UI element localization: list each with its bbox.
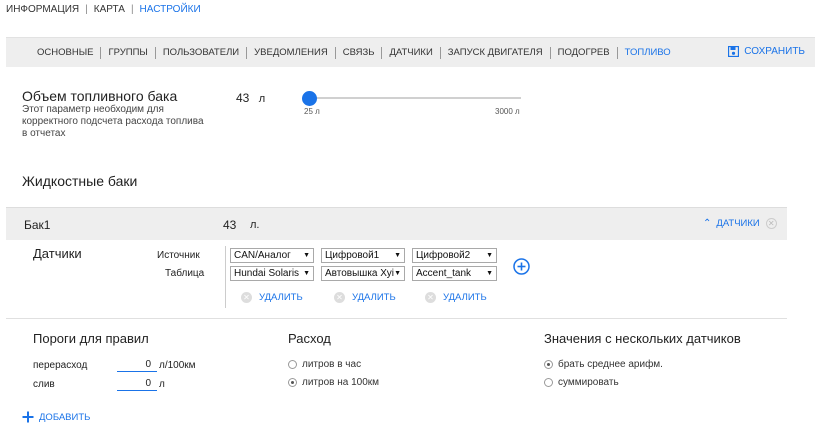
top-nav: ИНФОРМАЦИЯ | КАРТА | НАСТРОЙКИ	[6, 4, 201, 15]
delete-sensor-button[interactable]: ✕ УДАЛИТЬ	[425, 292, 487, 303]
tank-unit: л.	[250, 219, 260, 231]
table-value: Автовышка Хуі	[325, 268, 394, 279]
nav-info[interactable]: ИНФОРМАЦИЯ	[6, 4, 79, 15]
nav-settings[interactable]: НАСТРОЙКИ	[140, 4, 201, 15]
source-value: Цифровой1	[325, 250, 380, 261]
liquid-tanks-title: Жидкостные баки	[22, 173, 138, 189]
table-value: Accent_tank	[416, 268, 472, 279]
plus-icon	[22, 411, 34, 423]
dropdown-arrow-icon: ▼	[486, 252, 493, 259]
source-value: CAN/Аналог	[234, 250, 291, 261]
multi-sensor-title: Значения с нескольких датчиков	[544, 331, 741, 346]
sensor-divider	[225, 246, 226, 308]
table-select[interactable]: Hundai Solaris ▼	[230, 266, 314, 281]
tab-list: ОСНОВНЫЕ ГРУППЫ ПОЛЬЗОВАТЕЛИ УВЕДОМЛЕНИЯ…	[37, 38, 678, 68]
drain-label: слив	[33, 379, 55, 390]
table-value: Hundai Solaris	[234, 268, 300, 279]
remove-tank-icon[interactable]: ✕	[765, 218, 777, 229]
sensors-toggle-label: ДАТЧИКИ	[716, 218, 760, 229]
table-select[interactable]: Автовышка Хуі ▼	[321, 266, 405, 281]
volume-slider-track[interactable]	[308, 97, 521, 99]
tab-fuel[interactable]: ТОПЛИВО	[616, 47, 678, 59]
tab-heating[interactable]: ПОДОГРЕВ	[549, 47, 617, 59]
radio-circle	[544, 360, 553, 369]
section-divider	[6, 318, 787, 319]
plus-circle-icon	[513, 258, 530, 275]
add-label: ДОБАВИТЬ	[39, 411, 91, 423]
tank-volume-description: Этот параметр необходим для корректного …	[22, 104, 204, 140]
dropdown-arrow-icon: ▼	[303, 252, 310, 259]
nav-separator: |	[130, 4, 134, 15]
tank-name: Бак1	[24, 218, 51, 232]
description-line: корректного подсчета расхода топлива	[22, 116, 204, 127]
source-select[interactable]: Цифровой1 ▼	[321, 248, 405, 263]
save-button[interactable]: СОХРАНИТЬ	[728, 46, 805, 57]
delete-label: УДАЛИТЬ	[352, 292, 396, 303]
tank-volume-title: Объем топливного бака	[22, 88, 178, 104]
delete-icon: ✕	[241, 292, 252, 303]
dropdown-arrow-icon: ▼	[394, 270, 401, 277]
volume-number: 43	[236, 91, 250, 105]
tank-header: Бак1 43 л. ⌃ ДАТЧИКИ ✕	[6, 207, 787, 240]
volume-slider-thumb[interactable]	[302, 91, 318, 106]
dropdown-arrow-icon: ▼	[394, 252, 401, 259]
overspend-label: перерасход	[33, 360, 88, 371]
nav-separator: |	[85, 4, 88, 15]
radio-circle	[544, 378, 553, 387]
radio-label: суммировать	[558, 377, 619, 388]
dropdown-arrow-icon: ▼	[486, 270, 493, 277]
overspend-input[interactable]: 0	[117, 358, 157, 372]
slider-min-label: 25 л	[304, 107, 320, 116]
radio-average[interactable]: брать среднее арифм.	[544, 359, 663, 370]
add-sensor-button[interactable]	[513, 258, 530, 278]
sensors-label: Датчики	[33, 246, 82, 261]
source-select[interactable]: Цифровой2 ▼	[412, 248, 497, 263]
delete-sensor-button[interactable]: ✕ УДАЛИТЬ	[334, 292, 396, 303]
settings-tab-bar: ОСНОВНЫЕ ГРУППЫ ПОЛЬЗОВАТЕЛИ УВЕДОМЛЕНИЯ…	[6, 37, 815, 67]
delete-sensor-button[interactable]: ✕ УДАЛИТЬ	[241, 292, 303, 303]
consumption-title: Расход	[288, 331, 331, 346]
dropdown-arrow-icon: ▼	[303, 270, 310, 277]
thresholds-title: Пороги для правил	[33, 331, 149, 346]
delete-icon: ✕	[425, 292, 436, 303]
save-label: СОХРАНИТЬ	[744, 46, 805, 57]
drain-input[interactable]: 0	[117, 377, 157, 391]
tab-notifications[interactable]: УВЕДОМЛЕНИЯ	[246, 47, 335, 59]
tab-sensors[interactable]: ДАТЧИКИ	[381, 47, 439, 59]
radio-label: литров на 100км	[302, 377, 380, 388]
radio-circle	[288, 360, 297, 369]
tab-engine-start[interactable]: ЗАПУСК ДВИГАТЕЛЯ	[439, 47, 550, 59]
tab-basic[interactable]: ОСНОВНЫЕ	[37, 47, 100, 59]
source-select[interactable]: CAN/Аналог ▼	[230, 248, 314, 263]
radio-label: брать среднее арифм.	[558, 359, 663, 370]
source-label: Источник	[157, 250, 200, 261]
tab-connection[interactable]: СВЯЗЬ	[334, 47, 382, 59]
tab-users[interactable]: ПОЛЬЗОВАТЕЛИ	[154, 47, 246, 59]
radio-label: литров в час	[302, 359, 362, 370]
delete-label: УДАЛИТЬ	[443, 292, 487, 303]
description-line: Этот параметр необходим для	[22, 104, 164, 115]
nav-map[interactable]: КАРТА	[94, 4, 125, 15]
overspend-unit: л/100км	[159, 360, 196, 371]
sensors-toggle[interactable]: ⌃ ДАТЧИКИ ✕	[703, 218, 777, 229]
tab-groups[interactable]: ГРУППЫ	[100, 47, 154, 59]
tank-volume-value: 43 л	[236, 91, 265, 105]
add-tank-button[interactable]: ДОБАВИТЬ	[22, 411, 90, 423]
delete-label: УДАЛИТЬ	[259, 292, 303, 303]
delete-icon: ✕	[334, 292, 345, 303]
tank-value: 43	[223, 218, 237, 232]
table-select[interactable]: Accent_tank ▼	[412, 266, 497, 281]
radio-liters-per-100km[interactable]: литров на 100км	[288, 377, 379, 388]
table-label: Таблица	[165, 268, 205, 279]
slider-max-label: 3000 л	[495, 107, 520, 116]
description-line: в отчетах	[22, 128, 66, 139]
source-value: Цифровой2	[416, 250, 471, 261]
chevron-up-icon: ⌃	[703, 218, 712, 229]
volume-unit: л	[258, 93, 266, 105]
radio-circle	[288, 378, 297, 387]
radio-liters-per-hour[interactable]: литров в час	[288, 359, 361, 370]
drain-unit: л	[159, 379, 165, 390]
radio-sum[interactable]: суммировать	[544, 377, 619, 388]
save-icon	[728, 46, 740, 57]
